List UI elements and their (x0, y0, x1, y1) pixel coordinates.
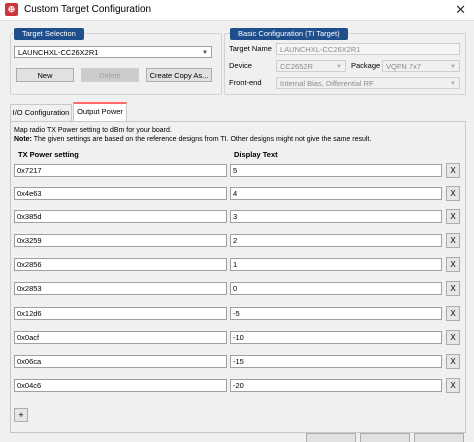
target-selection-group (10, 33, 222, 95)
app-icon: ⊕ (5, 3, 18, 16)
package-select: VQFN 7x7 ▼ (382, 60, 460, 72)
title-bar: ⊕ Custom Target Configuration ✕ (0, 0, 474, 21)
tx-power-input[interactable]: 0x385d (14, 210, 227, 223)
new-button[interactable]: New (16, 68, 74, 82)
create-copy-button[interactable]: Create Copy As... (146, 68, 212, 82)
display-text-input[interactable]: 4 (230, 187, 442, 200)
chevron-down-icon: ▼ (336, 64, 342, 70)
display-text-input[interactable]: -15 (230, 355, 442, 368)
target-selection-label: Target Selection (14, 28, 84, 40)
device-select: CC2652R ▼ (276, 60, 346, 72)
tx-power-input[interactable]: 0x06ca (14, 355, 227, 368)
delete-row-button[interactable]: X (446, 257, 460, 272)
package-select-value: VQFN 7x7 (386, 62, 422, 71)
display-text-input[interactable]: 0 (230, 282, 442, 295)
delete-row-button[interactable]: X (446, 163, 460, 178)
delete-row-button[interactable]: X (446, 306, 460, 321)
package-label: Package (351, 61, 381, 70)
delete-button[interactable]: Delete (81, 68, 139, 82)
delete-row-button[interactable]: X (446, 186, 460, 201)
tx-power-input[interactable]: 0x04c6 (14, 379, 227, 392)
window-title: Custom Target Configuration (24, 4, 152, 15)
display-text-input[interactable]: -10 (230, 331, 442, 344)
frontend-select-value: Internal Bias, Differential RF (280, 79, 374, 88)
note-text: The given settings are based on the refe… (31, 136, 372, 143)
chevron-down-icon: ▼ (202, 50, 208, 56)
device-select-value: CC2652R (280, 62, 313, 71)
target-name-field: LAUNCHXL-CC26X2R1 (276, 43, 460, 55)
tab-io-configuration[interactable]: I/O Configuration (10, 104, 72, 121)
display-text-input[interactable]: -5 (230, 307, 442, 320)
tx-power-input[interactable]: 0x3259 (14, 234, 227, 247)
output-power-note: Note: The given settings are based on th… (14, 135, 371, 144)
display-text-input[interactable]: 1 (230, 258, 442, 271)
device-label: Device (229, 61, 252, 70)
frontend-select: Internal Bias, Differential RF ▼ (276, 77, 460, 89)
delete-row-button[interactable]: X (446, 281, 460, 296)
output-power-description: Map radio TX Power setting to dBm for yo… (14, 127, 172, 134)
tx-power-input[interactable]: 0x12d6 (14, 307, 227, 320)
display-text-input[interactable]: 5 (230, 164, 442, 177)
chevron-down-icon: ▼ (450, 81, 456, 87)
delete-row-button[interactable]: X (446, 354, 460, 369)
display-text-input[interactable]: 2 (230, 234, 442, 247)
tx-power-input[interactable]: 0x4e63 (14, 187, 227, 200)
target-select-value: LAUNCHXL-CC26X2R1 (18, 48, 99, 57)
column-header-display-text: Display Text (234, 150, 278, 159)
add-row-button[interactable]: + (14, 408, 28, 422)
note-label: Note: (14, 136, 32, 143)
frontend-label: Front-end (229, 78, 262, 87)
target-select[interactable]: LAUNCHXL-CC26X2R1 ▼ (14, 46, 212, 58)
tx-power-input[interactable]: 0x2856 (14, 258, 227, 271)
target-name-label: Target Name (229, 44, 272, 53)
delete-row-button[interactable]: X (446, 330, 460, 345)
tx-power-input[interactable]: 0x2853 (14, 282, 227, 295)
column-header-tx-power: TX Power setting (18, 150, 79, 159)
close-icon[interactable]: ✕ (455, 2, 466, 18)
delete-row-button[interactable]: X (446, 378, 460, 393)
tx-power-input[interactable]: 0x0acf (14, 331, 227, 344)
display-text-input[interactable]: 3 (230, 210, 442, 223)
basic-config-label: Basic Configuration (TI Target) (230, 28, 348, 40)
chevron-down-icon: ▼ (450, 64, 456, 70)
delete-row-button[interactable]: X (446, 209, 460, 224)
display-text-input[interactable]: -20 (230, 379, 442, 392)
tab-output-power[interactable]: Output Power (73, 102, 127, 121)
delete-row-button[interactable]: X (446, 233, 460, 248)
tx-power-input[interactable]: 0x7217 (14, 164, 227, 177)
